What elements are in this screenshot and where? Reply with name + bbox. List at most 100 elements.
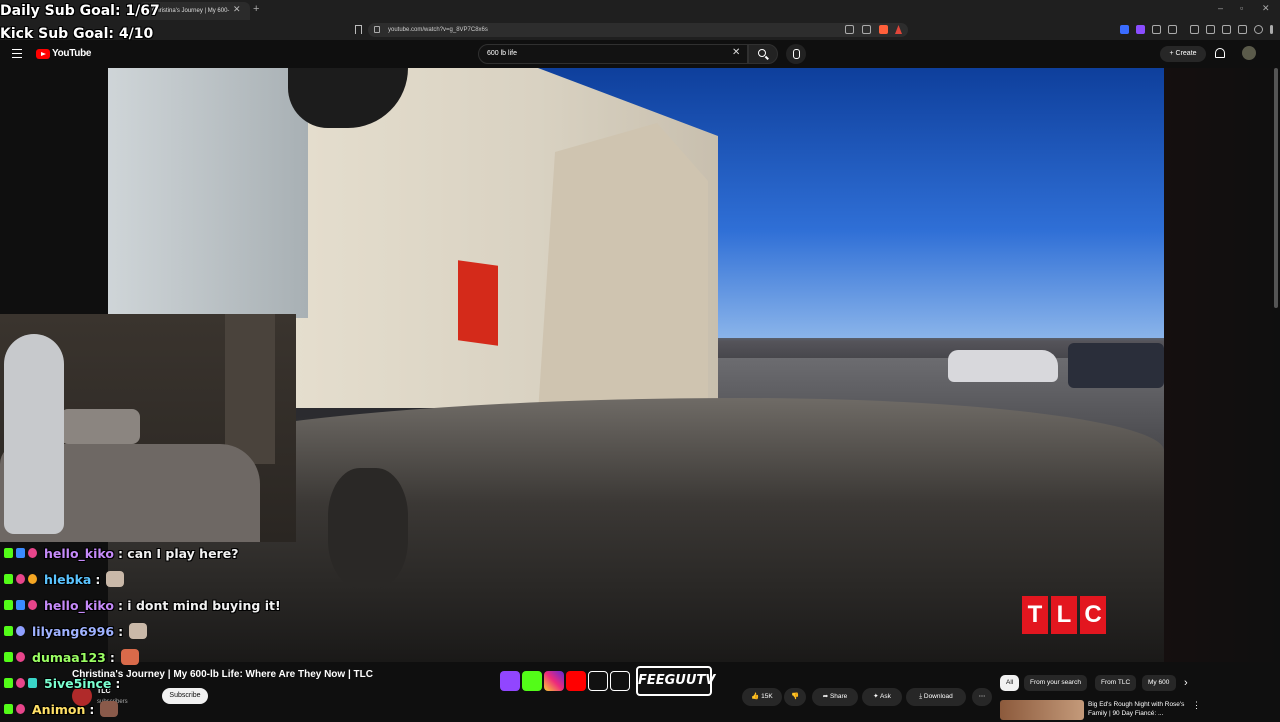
- kick-badge-icon: [4, 574, 13, 584]
- search-button[interactable]: [748, 44, 778, 64]
- share-page-icon[interactable]: [862, 25, 871, 34]
- video-frame-car: [948, 350, 1058, 382]
- daily-sub-goal: Daily Sub Goal: 1/67: [0, 3, 160, 19]
- voice-search-button[interactable]: [786, 44, 806, 64]
- url-field[interactable]: youtube.com/watch?v=g_8VP7C8x6s: [368, 23, 908, 37]
- clear-search-icon[interactable]: ✕: [732, 47, 740, 58]
- create-label: Create: [1175, 50, 1197, 57]
- sub-badge-icon: [28, 600, 37, 610]
- chips-next-icon[interactable]: ›: [1184, 677, 1188, 689]
- close-window-icon[interactable]: ✕: [1262, 3, 1270, 14]
- sub-badge-icon: [16, 704, 25, 714]
- sub-badge-icon: [16, 626, 25, 636]
- kick-badge-icon: [4, 600, 13, 610]
- maximize-icon[interactable]: ▫: [1240, 3, 1243, 13]
- chip-my-600[interactable]: My 600: [1142, 675, 1176, 691]
- like-button[interactable]: 👍 15K: [742, 688, 782, 706]
- x-twitter-icon: [610, 671, 630, 691]
- video-frame-car-interior: [108, 68, 308, 318]
- brave-shield-icon[interactable]: [879, 25, 888, 34]
- more-actions-button[interactable]: ⋯: [972, 688, 992, 706]
- webcam-pillow: [60, 409, 140, 444]
- download-button[interactable]: ⤓ Download: [906, 688, 966, 706]
- sub-badge-icon: [28, 548, 37, 558]
- site-info-icon[interactable]: [374, 26, 380, 33]
- more-icon: ⋯: [978, 693, 986, 700]
- leo-icon[interactable]: [1238, 25, 1247, 34]
- chat-text: :: [95, 571, 101, 587]
- cast-icon[interactable]: [845, 25, 854, 34]
- recommended-video-title[interactable]: Big Ed's Rough Night with Rose's Family …: [1088, 700, 1198, 718]
- download-label: Download: [923, 693, 953, 700]
- tlc-letter: C: [1080, 596, 1106, 634]
- chip-from-tlc[interactable]: From TLC: [1095, 675, 1137, 691]
- chat-message: 5ive5ince :: [4, 670, 324, 696]
- webcam-door: [225, 314, 275, 464]
- thumbs-down-icon: 👎: [790, 693, 800, 700]
- minimize-icon[interactable]: –: [1218, 3, 1223, 13]
- chat-message: hlebka :: [4, 566, 324, 592]
- tlc-letter: T: [1022, 596, 1048, 634]
- rec-more-icon[interactable]: ⋮: [1192, 700, 1201, 711]
- share-label: Share: [829, 693, 848, 700]
- instagram-icon: [544, 671, 564, 691]
- kick-icon: [522, 671, 542, 691]
- ask-label: Ask: [880, 693, 891, 700]
- face-emote-icon: [120, 649, 139, 665]
- chip-all[interactable]: All: [1000, 675, 1020, 691]
- sub-badge-icon: [16, 678, 25, 688]
- youtube-logo-text[interactable]: YouTube: [52, 48, 92, 59]
- tab-search-icon[interactable]: [1222, 25, 1231, 34]
- search-input[interactable]: 600 lb life: [478, 44, 748, 64]
- twitch-icon: [500, 671, 520, 691]
- extension-icon[interactable]: [1120, 25, 1129, 34]
- like-count: 15K: [761, 693, 773, 700]
- notifications-bell-icon[interactable]: [1215, 48, 1225, 58]
- chat-message: Animon :: [4, 696, 324, 722]
- chat-message: hello_kiko : i dont mind buying it!: [4, 592, 324, 618]
- kick-badge-icon: [4, 652, 13, 662]
- ask-button[interactable]: ✦ Ask: [862, 688, 902, 706]
- dislike-button[interactable]: 👎: [784, 688, 806, 706]
- share-button[interactable]: ➦ Share: [812, 688, 858, 706]
- close-tab-icon[interactable]: ✕: [233, 4, 241, 15]
- account-avatar[interactable]: [1242, 46, 1256, 60]
- chat-username: lilyang6996: [32, 623, 115, 639]
- cat-emote-icon: [106, 571, 125, 587]
- chat-message: lilyang6996 :: [4, 618, 324, 644]
- video-frame-building-tower: [538, 123, 708, 413]
- chat-text: :: [89, 701, 95, 717]
- search-icon: [758, 49, 766, 57]
- sidebar-icon[interactable]: [1206, 25, 1215, 34]
- sub-badge-icon: [16, 652, 25, 662]
- page-scrollbar[interactable]: [1274, 68, 1278, 308]
- chat-text: :: [109, 649, 115, 665]
- chat-text: : can I play here?: [117, 545, 239, 561]
- wallet-icon[interactable]: [1168, 25, 1177, 34]
- extension-icon[interactable]: [1136, 25, 1145, 34]
- youtube-logo-icon[interactable]: [36, 49, 50, 59]
- streamer-brand-logo: FEEGUUTV: [636, 666, 715, 696]
- streamer-webcam: [0, 314, 296, 542]
- tlc-letter: L: [1051, 596, 1077, 634]
- gift-badge-icon: [28, 574, 37, 584]
- kick-badge-icon: [4, 626, 13, 636]
- recommended-video-thumbnail[interactable]: [1000, 700, 1084, 720]
- bookmark-icon[interactable]: [355, 25, 362, 34]
- menu-icon[interactable]: [12, 49, 22, 58]
- vpn-icon[interactable]: [1254, 25, 1263, 34]
- cat-emote-icon: [129, 623, 148, 639]
- chip-from-your-search[interactable]: From your search: [1024, 675, 1087, 691]
- chat-username: hello_kiko: [44, 597, 114, 613]
- chat-username: hello_kiko: [44, 545, 114, 561]
- chat-message: hello_kiko : can I play here?: [4, 540, 324, 566]
- create-button[interactable]: + Create: [1160, 46, 1206, 62]
- tiktok-icon: [588, 671, 608, 691]
- browser-menu-icon[interactable]: [1270, 25, 1273, 34]
- chat-text: :: [118, 623, 124, 639]
- chat-text: : i dont mind buying it!: [117, 597, 281, 613]
- extensions-puzzle-icon[interactable]: [1152, 25, 1161, 34]
- media-icon[interactable]: [1190, 25, 1199, 34]
- chat-text: :: [115, 675, 121, 691]
- new-tab-icon[interactable]: +: [253, 3, 259, 15]
